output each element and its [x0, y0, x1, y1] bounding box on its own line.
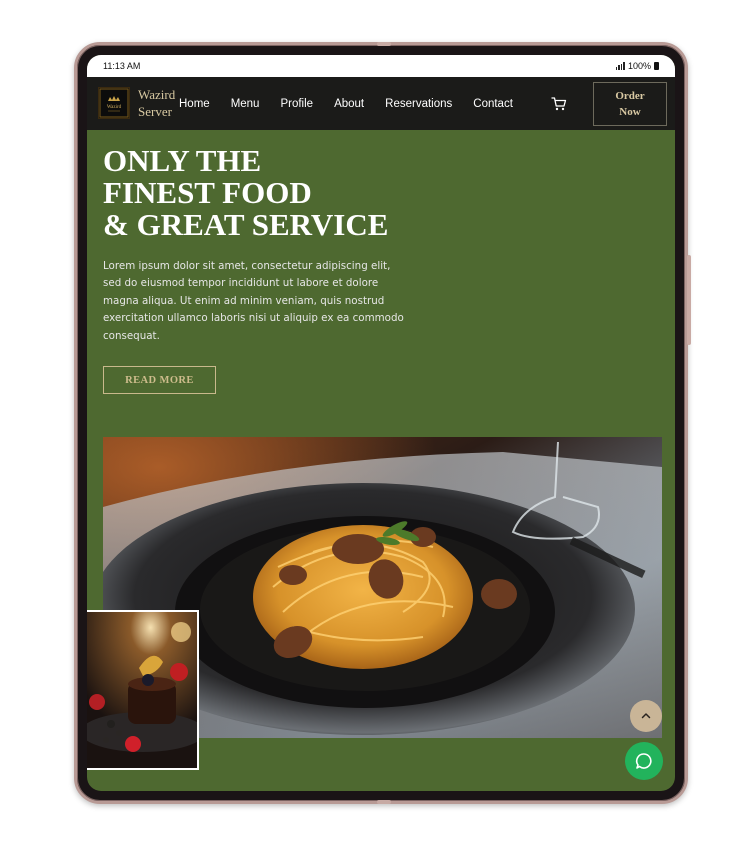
status-bar: 11:13 AM 100% — [87, 55, 675, 77]
signal-icon — [615, 62, 625, 70]
side-button — [687, 255, 691, 345]
nav-home[interactable]: Home — [179, 98, 210, 110]
navbar: Wazird Wazird Server Home Menu Profile A… — [87, 77, 675, 130]
read-more-button[interactable]: READ MORE — [103, 366, 216, 394]
chat-button[interactable] — [625, 742, 663, 780]
order-now-button[interactable]: Order Now — [593, 82, 667, 126]
order-now-line-2: Now — [619, 106, 641, 118]
hero-title: ONLY THE FINEST FOOD & GREAT SERVICE — [103, 143, 389, 242]
brand-name[interactable]: Wazird Server — [138, 86, 175, 120]
brand-line-2: Server — [138, 104, 172, 119]
status-indicators: 100% — [615, 61, 659, 71]
status-time: 11:13 AM — [103, 61, 141, 71]
nav-profile[interactable]: Profile — [280, 98, 313, 110]
nav-menu[interactable]: Menu — [231, 98, 260, 110]
hero-description: Lorem ipsum dolor sit amet, consectetur … — [103, 260, 404, 342]
nav-links: Home Menu Profile About Reservations Con… — [179, 77, 534, 130]
crown-logo-icon: Wazird — [99, 88, 129, 118]
cart-icon[interactable] — [551, 96, 567, 112]
hinge-bottom — [377, 800, 391, 804]
hinge-top — [377, 42, 391, 46]
device-screen: 11:13 AM 100% Wazird Wazird Server Home … — [87, 55, 675, 791]
nav-reservations[interactable]: Reservations — [385, 98, 452, 110]
chevron-up-icon — [641, 713, 651, 719]
battery-icon — [654, 62, 659, 70]
nav-about[interactable]: About — [334, 98, 364, 110]
nav-contact[interactable]: Contact — [473, 98, 513, 110]
dessert-thumbnail-image — [87, 610, 199, 770]
brand-line-1: Wazird — [138, 87, 176, 102]
foldable-device-frame: 11:13 AM 100% Wazird Wazird Server Home … — [74, 42, 691, 804]
brand-logo[interactable]: Wazird — [98, 87, 130, 119]
scroll-to-top-button[interactable] — [630, 700, 662, 732]
order-now-line-1: Order — [615, 90, 645, 102]
chat-bubble-icon — [635, 753, 652, 769]
battery-percent: 100% — [627, 61, 651, 71]
logo-text: Wazird — [107, 105, 122, 110]
